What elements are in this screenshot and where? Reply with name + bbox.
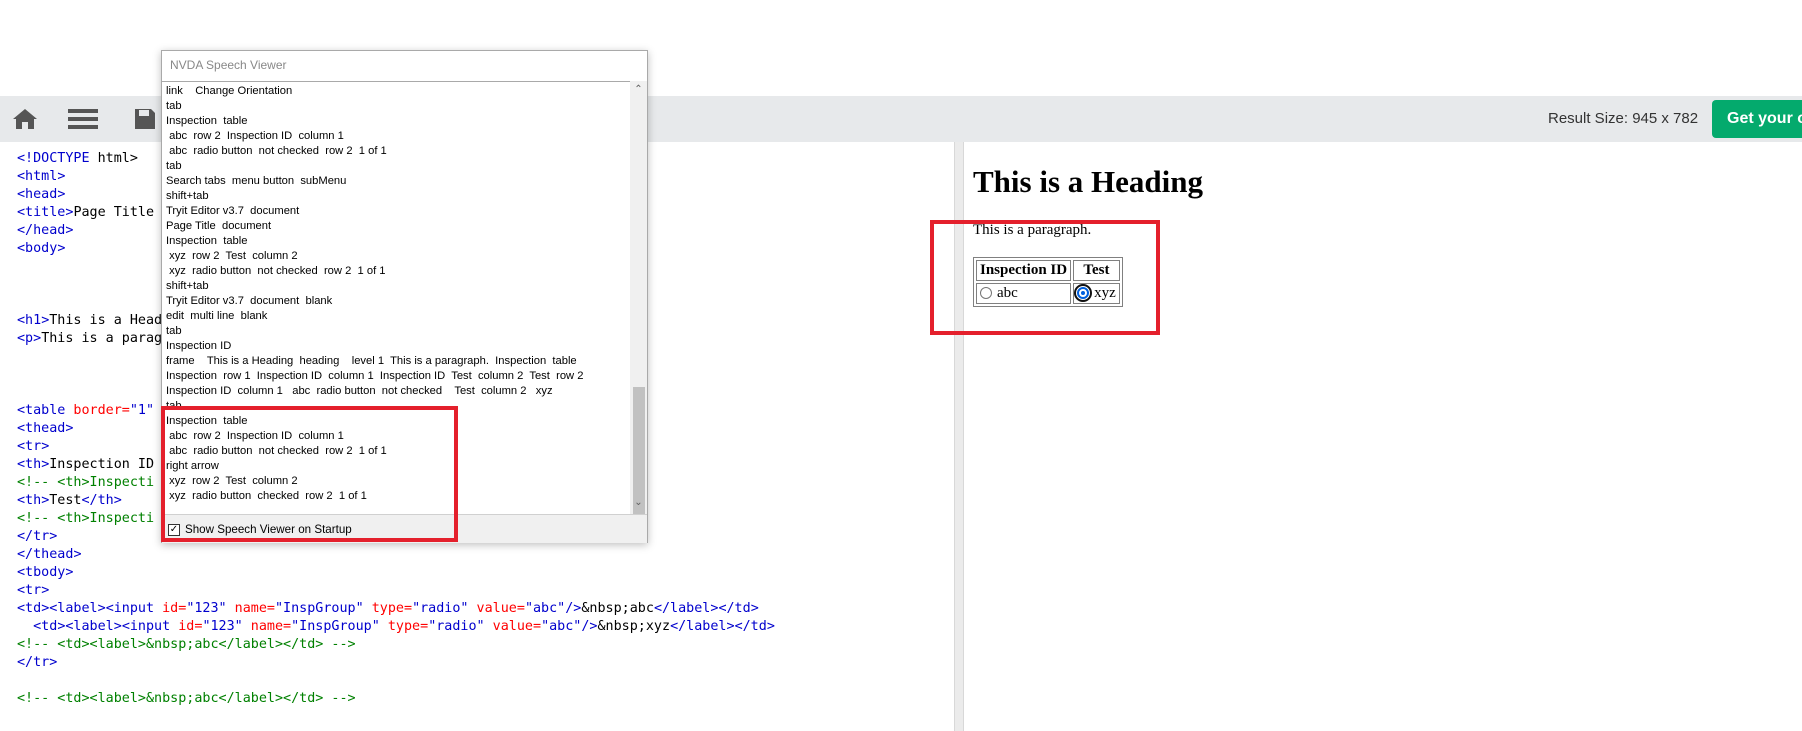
speech-log-line: Inspection ID column 1 abc radio button … [166, 385, 553, 397]
speech-log-line: xyz row 2 Test column 2 [166, 250, 298, 262]
speech-log-line: Inspection row 1 Inspection ID column 1 … [166, 370, 584, 382]
code-line: <!-- <th>Inspecti [17, 511, 155, 526]
code-line: <!-- <th>Inspecti [17, 475, 155, 490]
cell-xyz[interactable]: xyz [1073, 283, 1120, 304]
speech-log-line: xyz radio button checked row 2 1 of 1 [166, 490, 367, 502]
code-line: <td><label><input id="123" name="InspGro… [17, 601, 759, 616]
header-test: Test [1073, 260, 1120, 281]
result-size-label: Result Size: 945 x 782 [1548, 110, 1699, 127]
code-line: <!-- <td><label>&nbsp;abc</label></td> -… [17, 691, 356, 706]
speech-log-line: link Change Orientation [166, 85, 293, 97]
code-line: <head> [17, 187, 66, 202]
speech-log-line: abc row 2 Inspection ID column 1 [166, 430, 344, 442]
speech-log-line: xyz row 2 Test column 2 [166, 475, 298, 487]
header-inspection-id: Inspection ID [976, 260, 1072, 281]
code-line: <thead> [17, 421, 74, 436]
get-your-own-button[interactable]: Get your own [1712, 100, 1802, 138]
radio-label-xyz: xyz [1094, 285, 1116, 301]
speech-log-line: Search tabs menu button subMenu [166, 175, 347, 187]
code-line: </head> [17, 223, 74, 238]
speech-log-line: Inspection table [166, 415, 248, 427]
result-pane: This is a Heading This is a paragraph. I… [964, 142, 1802, 731]
speech-log-line: tab [166, 400, 182, 412]
speech-log-line: abc radio button not checked row 2 1 of … [166, 445, 387, 457]
pane-divider[interactable] [954, 142, 964, 731]
speech-log-line: Page Title document [166, 220, 272, 232]
speech-log-line: tab [166, 325, 182, 337]
code-line: <tr> [17, 583, 50, 598]
scrollbar[interactable]: ⌃ ⌄ [630, 81, 647, 528]
scroll-up-icon[interactable]: ⌃ [633, 84, 644, 95]
code-line: <th>Test</th> [17, 493, 122, 508]
speech-log-line: Inspection ID [166, 340, 232, 352]
code-line: </thead> [17, 547, 82, 562]
speech-log-line: frame This is a Heading heading level 1 … [166, 355, 577, 367]
code-line: <title>Page Title [17, 205, 155, 220]
startup-checkbox-label[interactable]: Show Speech Viewer on Startup [185, 523, 352, 536]
radio-xyz[interactable] [1074, 284, 1093, 302]
cell-abc[interactable]: abc [976, 283, 1072, 304]
speech-log-line: abc radio button not checked row 2 1 of … [166, 145, 387, 157]
speech-log-line: Tryit Editor v3.7 document blank [166, 295, 333, 307]
code-line: <th>Inspection ID [17, 457, 155, 472]
code-line: <!DOCTYPE html> [17, 151, 138, 166]
speech-log-line: tab [166, 160, 182, 172]
scroll-down-icon[interactable]: ⌄ [633, 497, 644, 508]
speech-log[interactable]: link Change Orientation tab Inspection tab… [162, 81, 647, 566]
code-line: <body> [17, 241, 66, 256]
speech-log-line: right arrow [166, 460, 219, 472]
code-line: </tr> [17, 655, 58, 670]
speech-log-line: Inspection table [166, 235, 248, 247]
code-line: </tr> [17, 529, 58, 544]
code-line: <!-- <td><label>&nbsp;abc</label></td> -… [17, 637, 356, 652]
save-icon[interactable] [130, 104, 160, 134]
result-paragraph: This is a paragraph. [973, 222, 1092, 238]
code-line: <table border="1" [17, 403, 155, 418]
code-line: <tbody> [17, 565, 74, 580]
home-icon[interactable] [10, 104, 40, 134]
nvda-footer: ✓ Show Speech Viewer on Startup [162, 514, 647, 543]
nvda-window-title: NVDA Speech Viewer [170, 58, 287, 72]
nvda-speech-viewer-window[interactable]: NVDA Speech Viewer link Change Orientati… [161, 50, 648, 543]
speech-log-line: shift+tab [166, 190, 209, 202]
code-line: <td><label><input id="123" name="InspGro… [33, 619, 775, 634]
speech-log-line: Tryit Editor v3.7 document [166, 205, 300, 217]
speech-log-line: xyz radio button not checked row 2 1 of … [166, 265, 386, 277]
inspection-table: Inspection ID Test abc xyz [973, 257, 1123, 307]
code-line: <tr> [17, 439, 50, 454]
code-line: <html> [17, 169, 66, 184]
radio-label-abc: abc [997, 285, 1018, 301]
startup-checkbox[interactable]: ✓ [168, 524, 180, 536]
code-line: <p>This is a parag [17, 331, 163, 346]
speech-log-line: edit multi line blank [166, 310, 268, 322]
speech-log-line: abc row 2 Inspection ID column 1 [166, 130, 344, 142]
radio-abc[interactable] [980, 287, 992, 299]
result-heading: This is a Heading [973, 164, 1203, 199]
code-line: <h1>This is a Head [17, 313, 163, 328]
speech-log-line: Inspection table [166, 115, 248, 127]
speech-log-line: tab [166, 100, 182, 112]
speech-log-line: shift+tab [166, 280, 209, 292]
menu-icon[interactable] [68, 104, 98, 134]
